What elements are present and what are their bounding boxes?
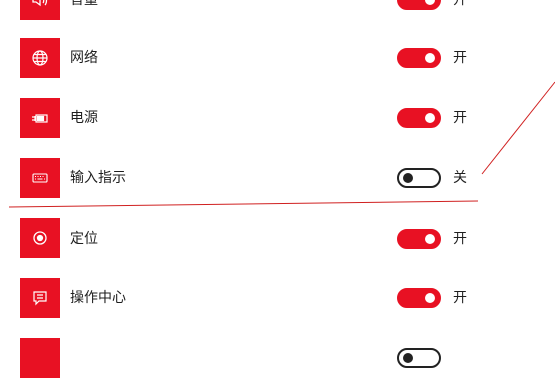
action-center-tile — [20, 278, 60, 318]
network-toggle[interactable] — [397, 48, 441, 68]
settings-row-power: 电源 开 — [0, 88, 555, 148]
toggle-state-text: 开 — [453, 110, 467, 126]
keyboard-icon — [32, 173, 48, 183]
toggle-state-text: 开 — [453, 50, 467, 66]
toggle-knob — [425, 113, 435, 123]
toggle-knob — [403, 353, 413, 363]
volume-toggle[interactable] — [397, 0, 441, 10]
globe-icon — [32, 50, 48, 66]
settings-row-volume: 音量 开 — [0, 0, 555, 30]
toggle-state-text: 开 — [453, 290, 467, 306]
toggle-knob — [425, 234, 435, 244]
settings-row-partial — [0, 328, 555, 388]
settings-item-label: 音量 — [70, 0, 98, 8]
location-target-icon — [33, 231, 47, 245]
settings-row-network: 网络 开 — [0, 28, 555, 88]
battery-plug-icon — [32, 114, 48, 123]
settings-row-action-center: 操作中心 开 — [0, 268, 555, 328]
input-indicator-toggle[interactable] — [397, 168, 441, 188]
toggle-knob — [425, 293, 435, 303]
volume-tile — [20, 0, 60, 20]
settings-item-label: 操作中心 — [70, 290, 126, 306]
power-tile — [20, 98, 60, 138]
speaker-icon — [32, 0, 48, 7]
partial-toggle[interactable] — [397, 348, 441, 368]
settings-row-input-indicator: 输入指示 关 — [0, 148, 555, 208]
action-center-toggle[interactable] — [397, 288, 441, 308]
settings-item-label: 输入指示 — [70, 170, 126, 186]
toggle-state-text: 开 — [453, 0, 467, 8]
settings-item-label: 网络 — [70, 50, 98, 66]
toggle-state-text: 开 — [453, 231, 467, 247]
location-toggle[interactable] — [397, 229, 441, 249]
toggle-knob — [403, 173, 413, 183]
location-tile — [20, 218, 60, 258]
toggle-state-text: 关 — [453, 170, 467, 186]
settings-item-label: 定位 — [70, 231, 98, 247]
power-toggle[interactable] — [397, 108, 441, 128]
input-indicator-tile — [20, 158, 60, 198]
action-center-icon — [33, 291, 47, 306]
partial-tile — [20, 338, 60, 378]
settings-item-label: 电源 — [70, 110, 98, 126]
network-tile — [20, 38, 60, 78]
settings-row-location: 定位 开 — [0, 208, 555, 268]
toggle-knob — [425, 53, 435, 63]
toggle-knob — [425, 0, 435, 5]
